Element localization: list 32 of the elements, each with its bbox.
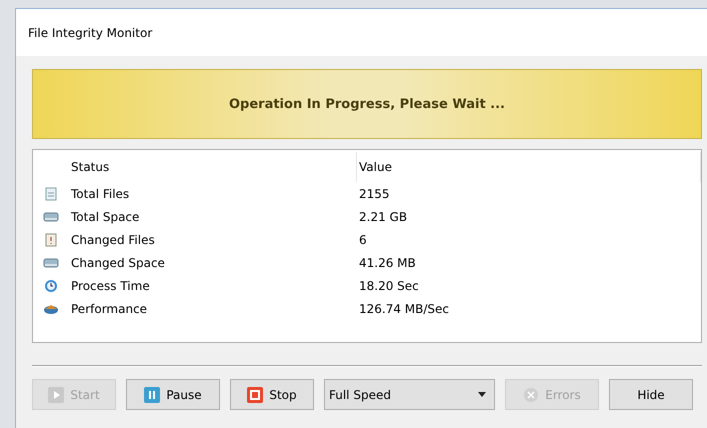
caret-icon (478, 392, 486, 397)
status-cell-text: Process Time (70, 278, 151, 292)
value-cell-text: 6 (358, 232, 368, 246)
drive-icon (43, 256, 59, 268)
disk-icon (43, 302, 59, 314)
document-alert-icon (45, 232, 57, 246)
pause-icon (144, 386, 160, 402)
error-icon (523, 386, 540, 402)
stop-button[interactable]: Stop (230, 379, 314, 410)
value-cell-text: 41.26 MB (358, 256, 417, 270)
status-cell-text: Changed Files (70, 232, 156, 246)
play-icon (48, 386, 64, 402)
stop-icon (247, 386, 264, 402)
column-header[interactable]: Value (357, 152, 701, 182)
document-icon (45, 186, 57, 200)
status-cell-text: Total Space (70, 210, 140, 224)
pause-button[interactable]: Pause (126, 379, 220, 410)
speed-value: Full Speed (329, 388, 391, 402)
status-cell-text: Performance (70, 302, 148, 316)
speed-dropdown[interactable]: Full Speed (324, 379, 495, 410)
value-cell-text: 18.20 Sec (358, 278, 420, 292)
clock-icon (44, 278, 58, 292)
value-cell-text: 2155 (358, 186, 391, 200)
column-header[interactable]: Status (69, 152, 357, 182)
drive-icon (43, 210, 59, 222)
hide-button[interactable]: Hide (609, 379, 693, 410)
value-cell-text: 126.74 MB/Sec (358, 302, 450, 316)
banner-text: Operation In Progress, Please Wait ... (228, 96, 505, 112)
window-title: File Integrity Monitor (28, 26, 152, 40)
status-cell-text: Changed Space (70, 256, 166, 270)
status-cell-text: Total Files (70, 186, 130, 200)
value-cell-text: 2.21 GB (358, 210, 408, 224)
